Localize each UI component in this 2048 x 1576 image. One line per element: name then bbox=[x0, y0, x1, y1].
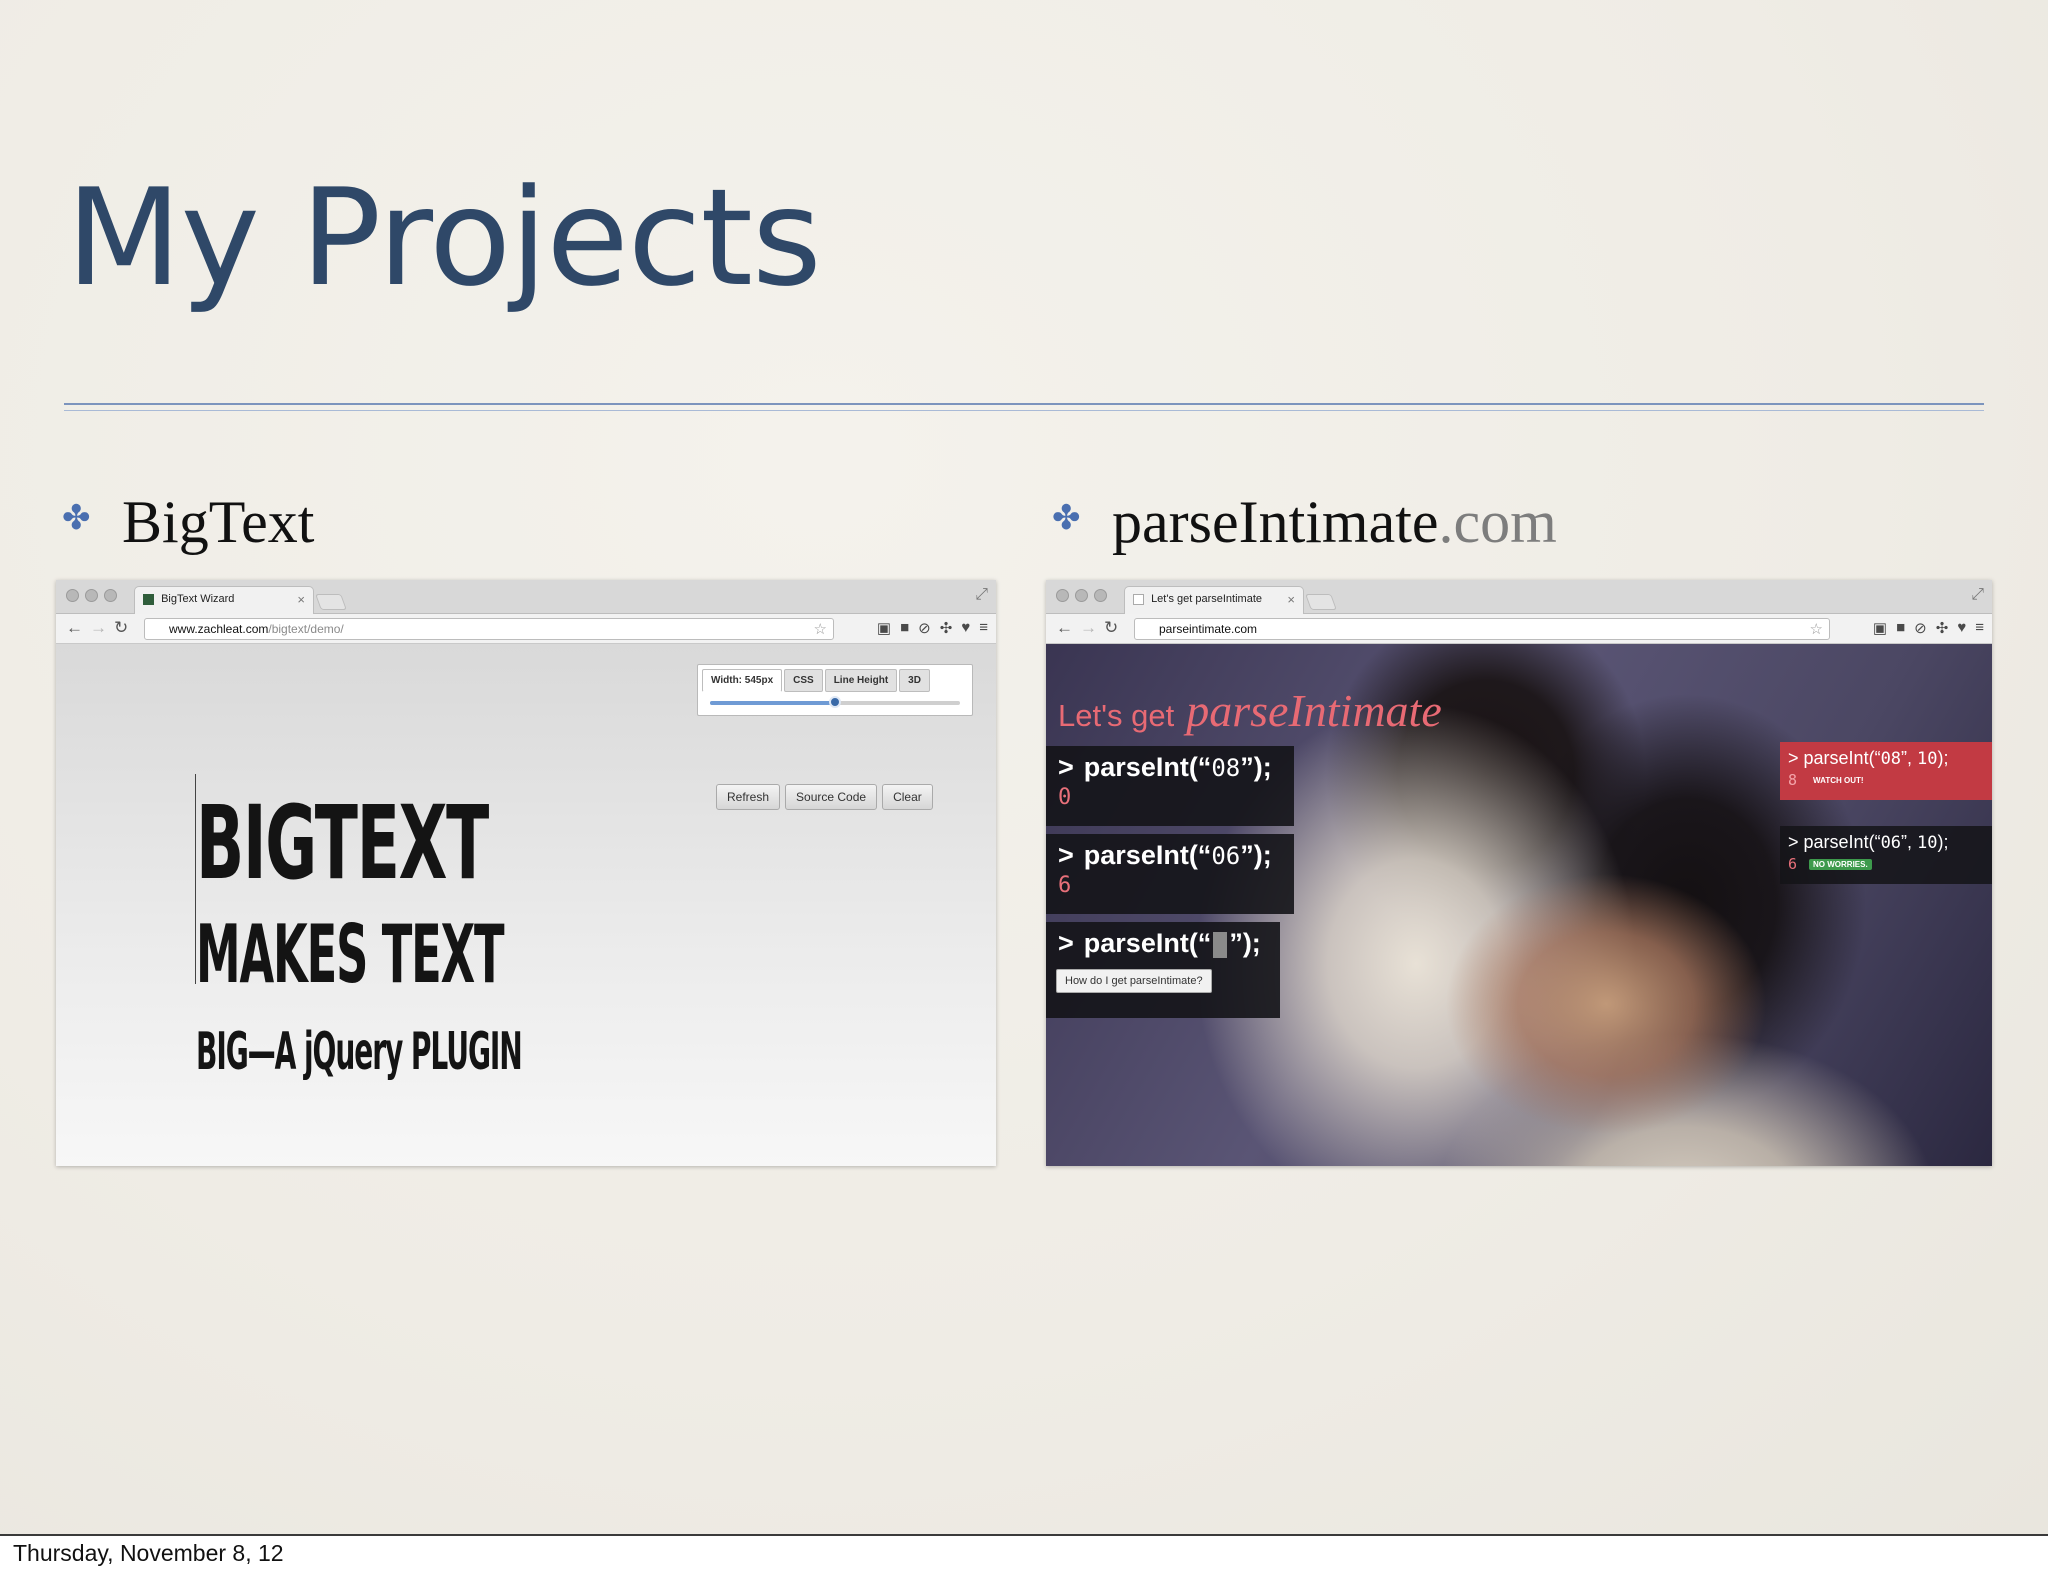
puzzle-icon[interactable]: ✣ bbox=[940, 619, 953, 637]
clear-button[interactable]: Clear bbox=[882, 784, 933, 810]
minimize-window-button[interactable] bbox=[1075, 589, 1088, 602]
puzzle-icon[interactable]: ✣ bbox=[1936, 619, 1949, 637]
width-slider[interactable] bbox=[710, 696, 960, 708]
console-result: 6 bbox=[1058, 873, 1072, 898]
bullet-icon: ✤ bbox=[1052, 500, 1081, 537]
zoom-window-button[interactable] bbox=[1094, 589, 1107, 602]
tab-width[interactable]: Width: 545px bbox=[702, 669, 783, 692]
fullscreen-icon[interactable]: ⤢ bbox=[975, 586, 988, 604]
new-tab-button[interactable] bbox=[315, 594, 347, 610]
tab-line-height[interactable]: Line Height bbox=[824, 669, 898, 692]
close-window-button[interactable] bbox=[1056, 589, 1069, 602]
bullet-label-suffix: .com bbox=[1438, 489, 1557, 555]
bigtext-line-1[interactable]: BIGTEXT bbox=[196, 784, 489, 903]
menu-icon[interactable]: ≡ bbox=[1975, 619, 1984, 637]
title-divider bbox=[64, 403, 1984, 405]
bigtext-demo-page: BIGTEXT MAKES TEXT BIG—A jQuery PLUGIN W… bbox=[56, 644, 996, 1166]
input-caret[interactable] bbox=[1213, 931, 1228, 958]
url-text: parseintimate.com bbox=[1159, 622, 1258, 636]
window-controls bbox=[1056, 589, 1107, 602]
extension-box-icon[interactable]: ▣ bbox=[1873, 619, 1887, 637]
minimize-window-button[interactable] bbox=[85, 589, 98, 602]
address-bar[interactable]: www.zachleat.com/bigtext/demo/ ☆ bbox=[144, 618, 834, 640]
extension-box-icon[interactable]: ▣ bbox=[877, 619, 891, 637]
tab-bar: Let's get parseIntimate × ⤢ bbox=[1046, 580, 1992, 614]
bookmark-star-icon[interactable]: ☆ bbox=[814, 620, 827, 638]
slide-title: My Projects bbox=[66, 160, 822, 316]
pocket-icon[interactable]: ♥ bbox=[1957, 619, 1966, 637]
extension-icons: ▣ ■ ⊘ ✣ ♥ ≡ bbox=[877, 619, 988, 637]
source-code-button[interactable]: Source Code bbox=[785, 784, 878, 810]
console-row-06: > parseInt(“06”); 6 bbox=[1046, 834, 1294, 914]
footer-date: Thursday, November 8, 12 bbox=[13, 1540, 284, 1566]
extension-square-icon[interactable]: ■ bbox=[1896, 619, 1905, 637]
zoom-window-button[interactable] bbox=[104, 589, 117, 602]
bullet-parseintimate: ✤ parseIntimate.com bbox=[1052, 488, 1557, 557]
slide-background: My Projects ✤ BigText ✤ parseIntimate.co… bbox=[0, 0, 2048, 1536]
how-to-button[interactable]: How do I get parseIntimate? bbox=[1056, 969, 1212, 993]
reload-icon[interactable]: ↻ bbox=[114, 618, 128, 638]
title-divider-secondary bbox=[64, 410, 1984, 411]
tab-title: BigText Wizard bbox=[161, 593, 235, 605]
favicon-icon bbox=[1133, 593, 1144, 605]
close-window-button[interactable] bbox=[66, 589, 79, 602]
console-input-row: > parseInt(“”); How do I get parseIntimat… bbox=[1046, 922, 1280, 1018]
fullscreen-icon[interactable]: ⤢ bbox=[1971, 586, 1984, 604]
address-bar[interactable]: parseintimate.com ☆ bbox=[1134, 618, 1830, 640]
action-buttons: Refresh Source Code Clear bbox=[716, 784, 933, 810]
favicon-icon bbox=[143, 593, 154, 605]
close-tab-icon[interactable]: × bbox=[1287, 592, 1295, 607]
pocket-icon[interactable]: ♥ bbox=[961, 619, 970, 637]
refresh-button[interactable]: Refresh bbox=[716, 784, 781, 810]
toolbar: ← → ↻ www.zachleat.com/bigtext/demo/ ☆ ▣… bbox=[56, 614, 996, 644]
watch-out-badge: WATCH OUT! bbox=[1813, 776, 1864, 785]
romance-cover-background: Let's get parseIntimate > parseInt(“08”); … bbox=[1046, 644, 1992, 1166]
browser-tab[interactable]: Let's get parseIntimate × bbox=[1124, 586, 1304, 614]
bullet-label: BigText bbox=[122, 489, 315, 555]
url-path: /bigtext/demo/ bbox=[268, 622, 344, 636]
window-controls bbox=[66, 589, 117, 602]
tab-3d[interactable]: 3D bbox=[899, 669, 930, 692]
heading-prefix: Let's get bbox=[1058, 698, 1175, 733]
page-heading: Let's get parseIntimate bbox=[1058, 684, 1442, 737]
extension-icons: ▣ ■ ⊘ ✣ ♥ ≡ bbox=[1873, 619, 1984, 637]
menu-icon[interactable]: ≡ bbox=[979, 619, 988, 637]
new-tab-button[interactable] bbox=[1305, 594, 1337, 610]
bullet-bigtext: ✤ BigText bbox=[62, 488, 315, 557]
back-arrow-icon[interactable]: ← bbox=[1056, 618, 1073, 638]
parseintimate-browser-window: Let's get parseIntimate × ⤢ ← → ↻ parsei… bbox=[1046, 580, 1992, 1166]
reload-icon[interactable]: ↻ bbox=[1104, 618, 1118, 638]
heading-script-logo: parseIntimate bbox=[1186, 685, 1442, 736]
slider-fill bbox=[710, 701, 835, 705]
warning-panel: > parseInt(“08”, 10); 8 WATCH OUT! bbox=[1780, 742, 1992, 800]
bullet-icon: ✤ bbox=[62, 500, 91, 537]
forward-arrow-icon[interactable]: → bbox=[1080, 618, 1097, 638]
browser-tab[interactable]: BigText Wizard × bbox=[134, 586, 314, 614]
slider-handle[interactable] bbox=[829, 696, 841, 708]
block-icon[interactable]: ⊘ bbox=[918, 619, 931, 637]
bigtext-browser-window: BigText Wizard × ⤢ ← → ↻ www.zachleat.co… bbox=[56, 580, 996, 1166]
console-row-08: > parseInt(“08”); 0 bbox=[1046, 746, 1294, 826]
bigtext-line-2[interactable]: MAKES TEXT bbox=[196, 908, 505, 1001]
ok-panel: > parseInt(“06”, 10); 6 NO WORRIES. bbox=[1780, 826, 1992, 884]
bookmark-star-icon[interactable]: ☆ bbox=[1810, 620, 1823, 638]
url-host: www.zachleat.com bbox=[169, 622, 269, 636]
tab-bar: BigText Wizard × ⤢ bbox=[56, 580, 996, 614]
no-worries-badge: NO WORRIES. bbox=[1809, 859, 1872, 870]
bullet-label: parseIntimate bbox=[1112, 489, 1439, 555]
close-tab-icon[interactable]: × bbox=[297, 592, 305, 607]
console-result: 8 bbox=[1788, 771, 1798, 789]
back-arrow-icon[interactable]: ← bbox=[66, 618, 83, 638]
forward-arrow-icon[interactable]: → bbox=[90, 618, 107, 638]
console-result: 6 bbox=[1788, 855, 1798, 873]
block-icon[interactable]: ⊘ bbox=[1914, 619, 1927, 637]
tab-title: Let's get parseIntimate bbox=[1151, 593, 1263, 605]
bigtext-line-3[interactable]: BIG—A jQuery PLUGIN bbox=[196, 1022, 523, 1082]
settings-panel: Width: 545px CSS Line Height 3D bbox=[697, 664, 973, 716]
console-result: 0 bbox=[1058, 785, 1072, 810]
extension-square-icon[interactable]: ■ bbox=[900, 619, 909, 637]
tab-css[interactable]: CSS bbox=[784, 669, 823, 692]
toolbar: ← → ↻ parseintimate.com ☆ ▣ ■ ⊘ ✣ ♥ ≡ bbox=[1046, 614, 1992, 644]
